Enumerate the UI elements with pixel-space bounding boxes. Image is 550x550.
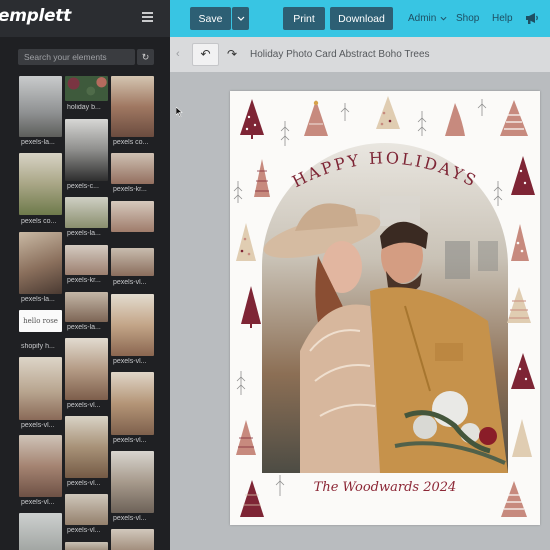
thumbnail-label: pexels-vl... <box>67 480 101 487</box>
thumbnail-image <box>65 197 108 228</box>
thumbnail-label: pexels-la... <box>21 296 55 303</box>
thumbnail-label: pexels-vl... <box>21 422 55 429</box>
element-search-input[interactable]: Search your elements <box>18 49 135 65</box>
thumbnail-image <box>111 294 154 356</box>
brand-logo[interactable]: emplett <box>0 6 71 26</box>
tree-decoration[interactable] <box>376 96 400 129</box>
signature-text[interactable]: The Woodwards 2024 <box>230 480 540 495</box>
thumbnail-image <box>19 357 62 420</box>
tree-decoration[interactable] <box>445 103 465 136</box>
thumbnail-label: pexels-vl... <box>113 437 147 444</box>
thumbnail-label: pexels-la... <box>67 324 101 331</box>
thumbnail-image <box>111 451 154 513</box>
tree-decoration[interactable] <box>493 181 503 206</box>
thumbnail-image <box>111 76 154 137</box>
save-options-button[interactable] <box>232 7 249 30</box>
refresh-icon[interactable]: ↻ <box>137 49 154 65</box>
thumbnail-label: pexels-la... <box>21 139 55 146</box>
thumbnail-image <box>111 248 154 276</box>
tree-decoration[interactable] <box>233 181 246 395</box>
thumbnail-label: shopify h... <box>21 343 55 350</box>
top-bar: emplett Save Print Download Admin Shop H… <box>0 0 550 37</box>
menu-icon[interactable] <box>142 12 153 22</box>
thumbnail-label: pexels-c... <box>67 183 99 190</box>
card-artwork: HAPPY HOLIDAYS <box>233 96 535 517</box>
print-button[interactable]: Print <box>283 7 325 30</box>
admin-label: Admin <box>408 13 437 24</box>
tree-decoration[interactable] <box>241 286 261 328</box>
thumbnail-image <box>19 232 62 294</box>
thumbnail-image <box>111 372 154 435</box>
thumbnail-image <box>65 245 108 275</box>
brand-area: emplett <box>0 0 170 37</box>
thumbnail-label: pexels co... <box>113 139 149 146</box>
save-button[interactable]: Save <box>190 7 231 30</box>
mouse-cursor-icon <box>176 107 183 117</box>
thumbnail-label: holiday b... <box>67 104 101 111</box>
tree-decoration[interactable] <box>236 223 256 261</box>
tree-decoration[interactable] <box>511 156 535 195</box>
undo-button[interactable]: ↶ <box>192 43 219 66</box>
download-button[interactable]: Download <box>330 7 393 30</box>
tree-decoration[interactable] <box>500 100 528 136</box>
tree-decoration[interactable] <box>511 353 535 389</box>
thumbnail-image <box>65 494 108 525</box>
thumbnail-image <box>19 435 62 497</box>
elements-sidebar: Search your elements ↻ pexels-la... pexe… <box>0 37 170 550</box>
thumbnail-image <box>19 153 62 215</box>
thumbnail-image <box>111 201 154 232</box>
logo-text: hello rose <box>23 317 58 325</box>
tree-decoration[interactable] <box>304 100 328 136</box>
tree-decoration[interactable] <box>507 287 531 323</box>
thumbnail-image <box>65 338 108 400</box>
thumbnail-label: pexels-vl... <box>113 515 147 522</box>
thumbnail-image <box>19 76 62 137</box>
thumbnail-label: pexels-vl... <box>21 499 55 506</box>
help-link[interactable]: Help <box>492 13 513 24</box>
thumbnail-label: pexels-vl... <box>113 279 147 286</box>
thumbnail-image <box>111 529 154 550</box>
thumbnail-image <box>65 416 108 478</box>
thumbnail-image <box>111 153 154 184</box>
thumbnail-label: pexels-vl... <box>113 358 147 365</box>
thumbnail-image <box>19 513 62 550</box>
redo-button[interactable]: ↷ <box>224 43 240 66</box>
tree-decoration[interactable] <box>240 99 264 139</box>
tree-decoration[interactable] <box>511 224 529 261</box>
thumbnail-image <box>65 292 108 322</box>
admin-menu[interactable]: Admin <box>408 13 447 24</box>
chevron-down-icon <box>440 16 447 21</box>
hello-rose-logo: hello rose <box>19 310 62 332</box>
design-canvas[interactable]: HAPPY HOLIDAYS The Woodwards 2024 <box>230 91 540 525</box>
thumbnail-image <box>65 542 108 550</box>
tree-decoration[interactable] <box>236 420 256 455</box>
thumbnail-image <box>65 119 108 181</box>
document-title: Holiday Photo Card Abstract Boho Trees <box>250 49 430 60</box>
thumbnail-label: pexels-kr... <box>113 186 147 193</box>
tree-decoration[interactable] <box>254 159 270 197</box>
thumbnail-label: pexels-vl... <box>67 402 101 409</box>
chevron-down-icon <box>237 16 244 21</box>
shop-link[interactable]: Shop <box>456 13 479 24</box>
thumbnail-label: pexels-kr... <box>67 277 101 284</box>
megaphone-icon[interactable] <box>524 11 540 25</box>
thumbnail-label: pexels co... <box>21 218 57 225</box>
thumbnail-label: pexels-vl... <box>67 527 101 534</box>
chevron-left-icon[interactable]: ‹ <box>176 48 180 60</box>
tree-decoration[interactable] <box>512 419 532 457</box>
thumbnail-image <box>65 76 108 101</box>
thumbnail-label: pexels-la... <box>67 230 101 237</box>
